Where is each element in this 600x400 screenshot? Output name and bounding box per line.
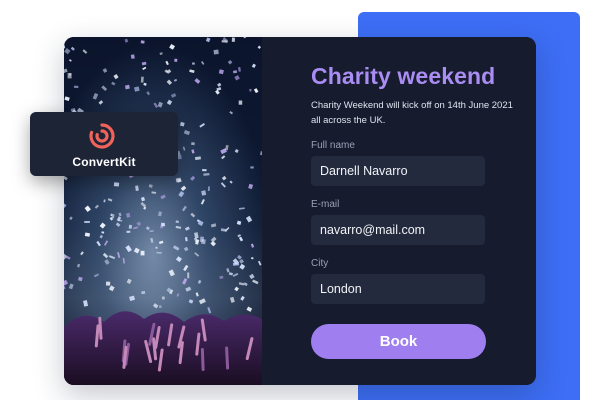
booking-card: Charity weekend Charity Weekend will kic…: [64, 37, 536, 385]
full-name-input[interactable]: [320, 156, 485, 186]
email-field-container: [311, 215, 485, 245]
hero-photo: [64, 37, 262, 385]
full-name-label: Full name: [311, 140, 355, 151]
email-input[interactable]: [320, 215, 485, 245]
email-label: E-mail: [311, 199, 340, 210]
booking-form-panel: Charity weekend Charity Weekend will kic…: [262, 37, 536, 385]
city-field-container: [311, 274, 485, 304]
convertkit-logo-icon: [89, 123, 115, 149]
event-description: Charity Weekend will kick off on 14th Ju…: [311, 100, 513, 126]
convertkit-badge: ConvertKit: [30, 112, 178, 176]
page: Charity weekend Charity Weekend will kic…: [0, 0, 600, 400]
city-label: City: [311, 258, 329, 269]
event-title: Charity weekend: [311, 63, 496, 89]
confetti-concert-photo: [64, 37, 262, 385]
book-button[interactable]: Book: [311, 324, 486, 359]
brand-name: ConvertKit: [72, 155, 136, 169]
full-name-field-container: [311, 156, 485, 186]
city-input[interactable]: [320, 274, 485, 304]
